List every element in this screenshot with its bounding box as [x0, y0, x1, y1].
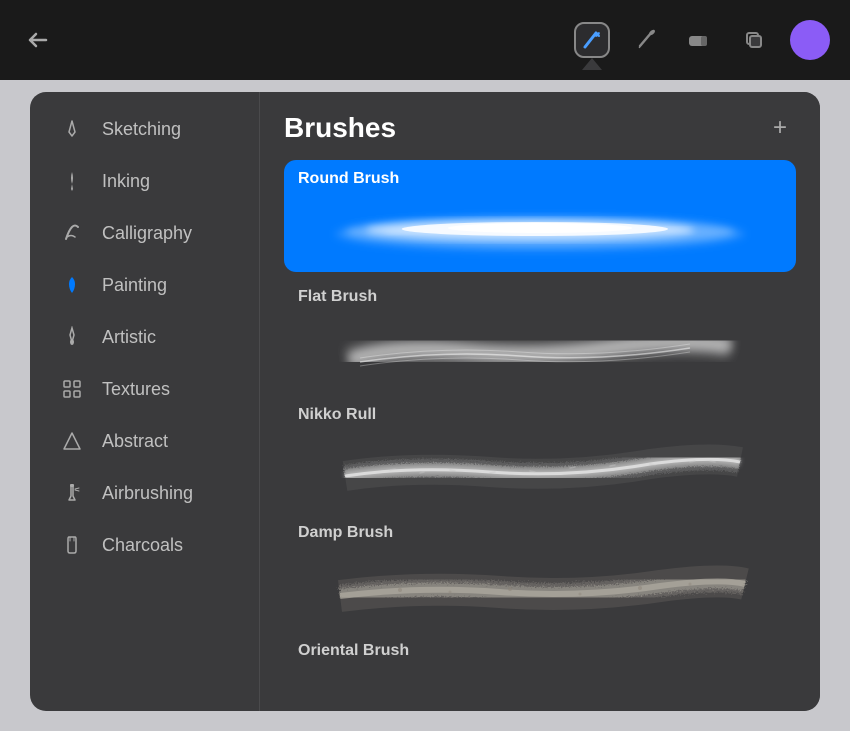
eraser-tool-button[interactable] — [682, 22, 718, 58]
sidebar-item-sketching[interactable]: Sketching — [38, 104, 251, 154]
artistic-icon — [58, 326, 86, 348]
sidebar-item-abstract[interactable]: Abstract — [38, 416, 251, 466]
painting-icon — [58, 274, 86, 296]
back-arrow-icon[interactable] — [20, 22, 56, 58]
airbrushing-label: Airbrushing — [102, 483, 193, 504]
brush-item-damp-brush[interactable]: Damp Brush — [284, 514, 796, 626]
sketching-label: Sketching — [102, 119, 181, 140]
category-sidebar: Sketching Inking Calligraphy — [30, 92, 260, 711]
add-brush-button[interactable]: + — [764, 112, 796, 144]
toolbar-left — [20, 22, 56, 58]
brushes-panel: Sketching Inking Calligraphy — [30, 92, 820, 711]
sidebar-item-inking[interactable]: Inking — [38, 156, 251, 206]
panel-header: Brushes + — [284, 112, 796, 144]
charcoals-icon — [58, 534, 86, 556]
round-brush-label: Round Brush — [284, 160, 796, 192]
brushes-list: Brushes + Round Brush — [260, 92, 820, 711]
flat-brush-preview — [284, 310, 796, 390]
airbrushing-icon — [58, 482, 86, 504]
panel-title: Brushes — [284, 112, 396, 144]
sidebar-item-charcoals[interactable]: Charcoals — [38, 520, 251, 570]
inking-label: Inking — [102, 171, 150, 192]
brush-tool-button[interactable] — [574, 22, 610, 58]
painting-label: Painting — [102, 275, 167, 296]
layers-tool-button[interactable] — [736, 22, 772, 58]
brush-item-round-brush[interactable]: Round Brush — [284, 160, 796, 272]
sidebar-item-artistic[interactable]: Artistic — [38, 312, 251, 362]
charcoals-label: Charcoals — [102, 535, 183, 556]
calligraphy-icon — [58, 222, 86, 244]
toolbar-right — [574, 20, 830, 60]
abstract-icon — [58, 430, 86, 452]
sidebar-item-textures[interactable]: Textures — [38, 364, 251, 414]
damp-brush-preview — [284, 546, 796, 626]
smudge-tool-button[interactable] — [628, 22, 664, 58]
oriental-brush-label: Oriental Brush — [284, 632, 796, 664]
brush-item-oriental-brush[interactable]: Oriental Brush — [284, 632, 796, 664]
sketching-icon — [58, 118, 86, 140]
toolbar — [0, 0, 850, 80]
inking-icon — [58, 170, 86, 192]
nikko-rull-preview — [284, 428, 796, 508]
sidebar-item-airbrushing[interactable]: Airbrushing — [38, 468, 251, 518]
brush-item-flat-brush[interactable]: Flat Brush — [284, 278, 796, 390]
textures-icon — [58, 378, 86, 400]
calligraphy-label: Calligraphy — [102, 223, 192, 244]
nikko-rull-label: Nikko Rull — [284, 396, 796, 428]
flat-brush-label: Flat Brush — [284, 278, 796, 310]
artistic-label: Artistic — [102, 327, 156, 348]
sidebar-item-calligraphy[interactable]: Calligraphy — [38, 208, 251, 258]
damp-brush-label: Damp Brush — [284, 514, 796, 546]
textures-label: Textures — [102, 379, 170, 400]
user-avatar[interactable] — [790, 20, 830, 60]
sidebar-item-painting[interactable]: Painting — [38, 260, 251, 310]
abstract-label: Abstract — [102, 431, 168, 452]
round-brush-preview — [284, 192, 796, 272]
brush-item-nikko-rull[interactable]: Nikko Rull — [284, 396, 796, 508]
